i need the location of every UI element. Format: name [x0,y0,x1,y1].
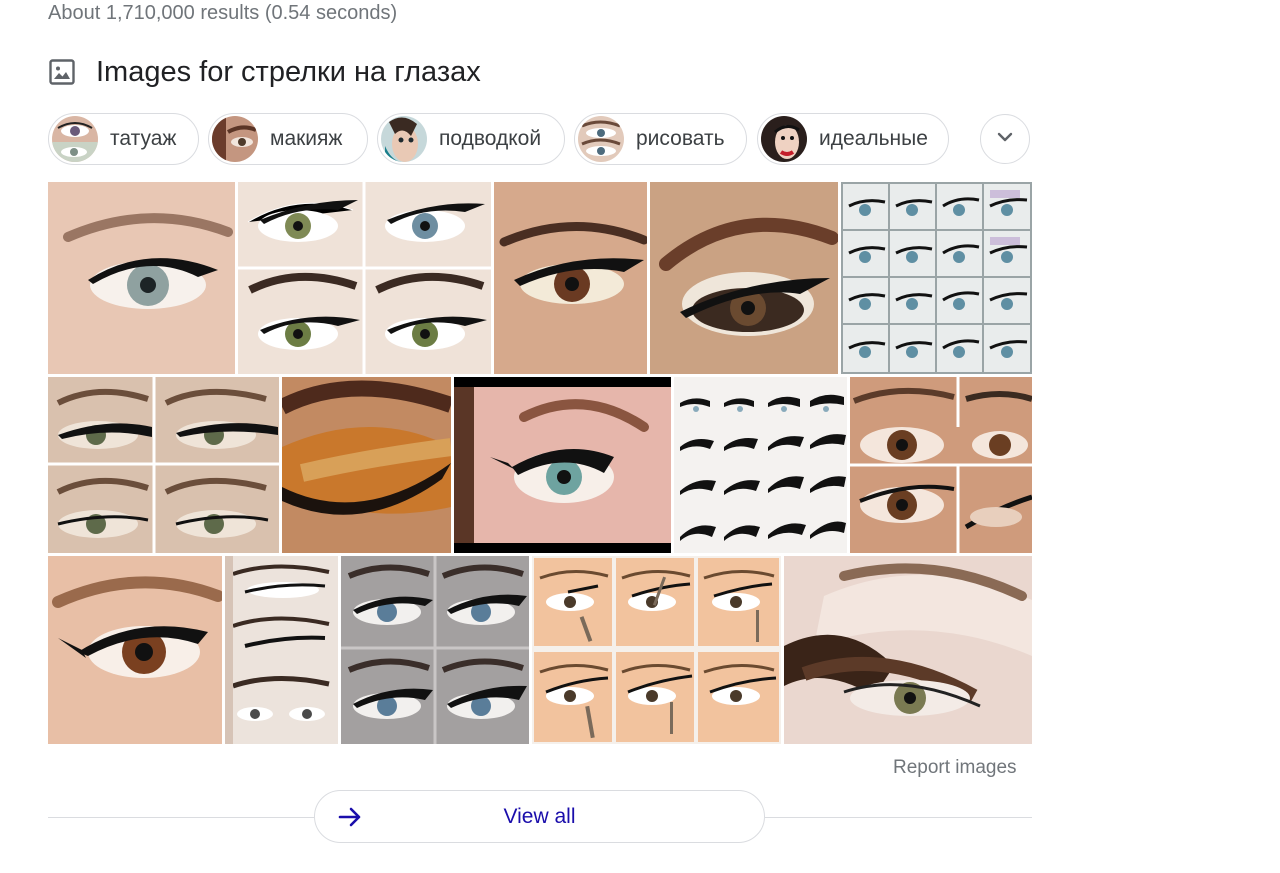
chip-idealnye[interactable]: идеальные [757,113,949,165]
chip-risovat[interactable]: рисовать [574,113,747,165]
chip-tatuazh[interactable]: татуаж [48,113,199,165]
chip-label: рисовать [636,127,725,150]
chip-label: идеальные [819,127,928,150]
images-section-header: Images for стрелки на глазах [48,52,481,92]
refinement-chips: татуаж макияж подводкой рисовать идеальн… [48,113,1032,167]
section-title: Images for стрелки на глазах [96,55,481,88]
divider-right [765,817,1032,818]
view-all-button[interactable]: View all [314,790,765,843]
image-result[interactable] [532,556,781,744]
image-result[interactable] [850,377,1032,553]
chip-thumbnail [761,116,807,162]
image-result[interactable] [225,556,338,744]
report-images-link[interactable]: Report images [893,757,1017,779]
chip-thumbnail [578,116,624,162]
image-icon [48,58,76,86]
image-result[interactable] [48,377,279,553]
chevron-down-icon [995,127,1015,152]
chip-label: подводкой [439,127,542,150]
chip-thumbnail [52,116,98,162]
image-result[interactable] [48,556,222,744]
chip-makiyazh[interactable]: макияж [208,113,368,165]
chip-thumbnail [212,116,258,162]
view-all-label: View all [503,805,576,828]
chip-label: татуаж [110,127,177,150]
chip-label: макияж [270,127,343,150]
image-result[interactable] [48,182,235,374]
image-result[interactable] [841,182,1032,374]
chips-more-button[interactable] [980,114,1030,164]
image-result[interactable] [784,556,1032,744]
image-result[interactable] [341,556,529,744]
image-result[interactable] [494,182,647,374]
image-result[interactable] [650,182,838,374]
divider-left [48,817,314,818]
chip-thumbnail [381,116,427,162]
image-grid [48,182,1032,744]
results-stats: About 1,710,000 results (0.54 seconds) [48,2,398,24]
image-result[interactable] [282,377,451,553]
image-result[interactable] [674,377,847,553]
chip-podvodkoy[interactable]: подводкой [377,113,565,165]
image-result[interactable] [238,182,491,374]
image-result[interactable] [454,377,671,553]
